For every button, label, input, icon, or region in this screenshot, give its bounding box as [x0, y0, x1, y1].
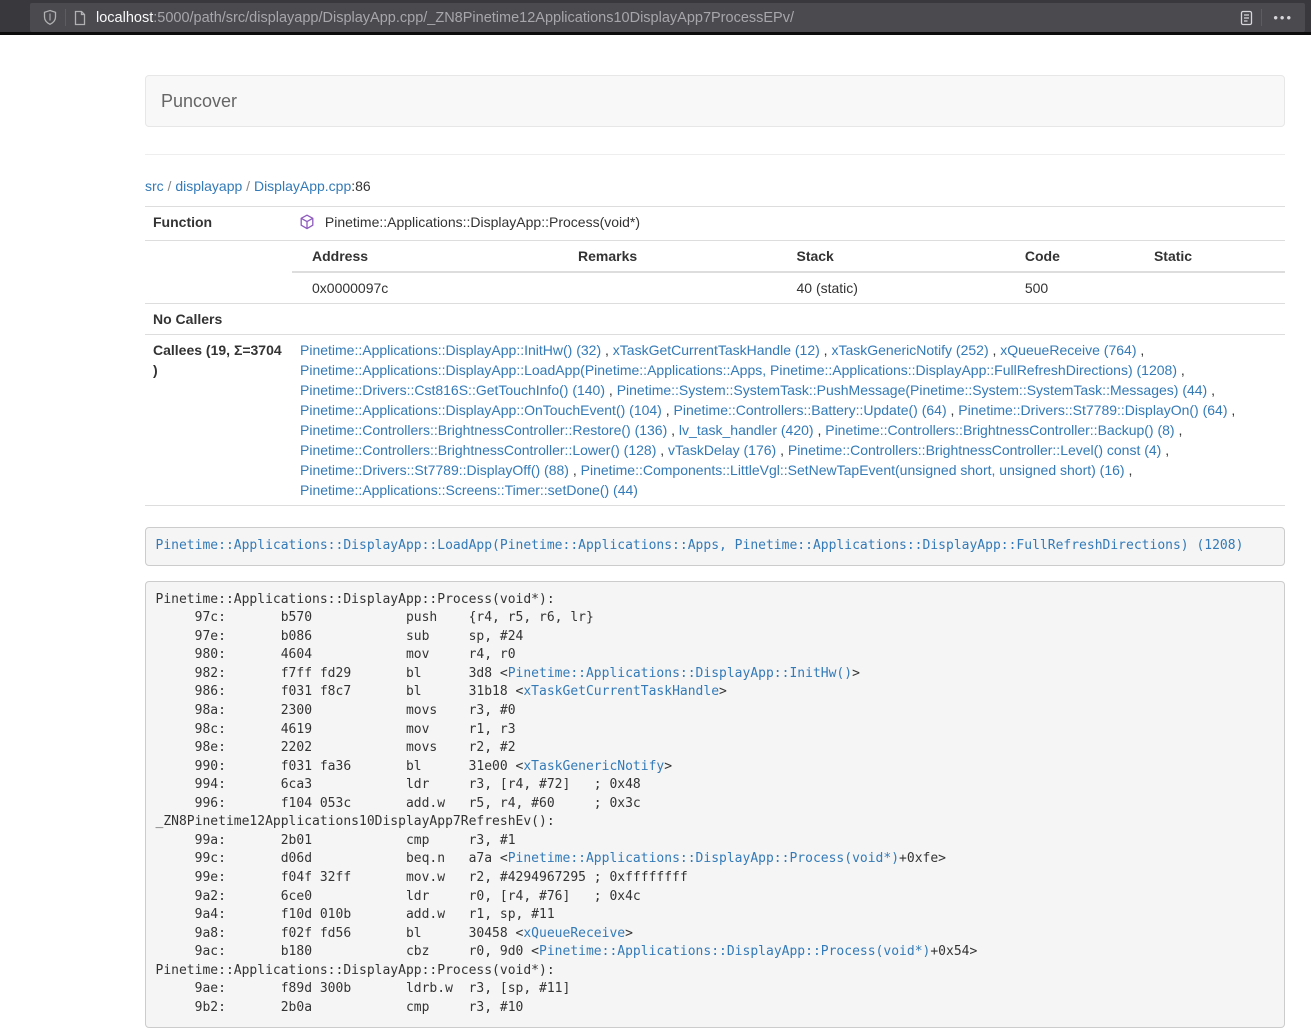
- assembly-box: Pinetime::Applications::DisplayApp::Proc…: [145, 581, 1285, 1028]
- callee-link[interactable]: Pinetime::Drivers::Cst816S::GetTouchInfo…: [300, 382, 605, 398]
- callee-link[interactable]: Pinetime::Applications::Screens::Timer::…: [300, 482, 638, 498]
- callee-separator: ,: [820, 342, 832, 358]
- callee-separator: ,: [605, 382, 617, 398]
- column-header-code: Code: [1017, 241, 1146, 272]
- page-body: Puncover src / displayapp / DisplayApp.c…: [0, 35, 1311, 1028]
- callee-separator: ,: [662, 402, 674, 418]
- callee-separator: ,: [1207, 382, 1215, 398]
- cell-stack: 40 (static): [788, 272, 1016, 303]
- cell-remarks: [570, 272, 788, 303]
- callee-link[interactable]: Pinetime::Components::LittleVgl::SetNewT…: [581, 462, 1125, 478]
- function-name: Pinetime::Applications::DisplayApp::Proc…: [325, 214, 640, 230]
- function-name-cell: Pinetime::Applications::DisplayApp::Proc…: [292, 207, 1285, 241]
- highlight-link[interactable]: Pinetime::Applications::DisplayApp::Load…: [156, 538, 1244, 553]
- cell-static: [1146, 272, 1285, 303]
- callee-link[interactable]: Pinetime::Applications::DisplayApp::Init…: [300, 342, 601, 358]
- url-bar[interactable]: localhost:5000/path/src/displayapp/Displ…: [30, 3, 1305, 32]
- metrics-row: Address Remarks Stack Code Static 0x0000…: [145, 241, 1285, 304]
- no-callers-cell: [292, 304, 1285, 335]
- callee-separator: ,: [1228, 402, 1236, 418]
- breadcrumb-link[interactable]: DisplayApp.cpp: [254, 178, 351, 194]
- reader-mode-icon[interactable]: [1239, 10, 1254, 26]
- callee-link[interactable]: xQueueReceive (764): [1000, 342, 1136, 358]
- more-icon[interactable]: •••: [1269, 11, 1297, 24]
- highlight-box: Pinetime::Applications::DisplayApp::Load…: [145, 527, 1285, 566]
- callee-link[interactable]: Pinetime::Controllers::BrightnessControl…: [300, 442, 656, 458]
- toolbar-separator: [65, 9, 66, 26]
- breadcrumb-separator: /: [164, 178, 176, 194]
- asm-link[interactable]: Pinetime::Applications::DisplayApp::Init…: [508, 666, 852, 681]
- asm-link[interactable]: Pinetime::Applications::DisplayApp::Proc…: [508, 851, 899, 866]
- breadcrumb-line-number: :86: [351, 178, 370, 194]
- callee-separator: ,: [601, 342, 613, 358]
- callee-separator: ,: [989, 342, 1001, 358]
- asm-link[interactable]: xQueueReceive: [523, 926, 625, 941]
- url-path: :5000/path/src/displayapp/DisplayApp.cpp…: [153, 10, 794, 26]
- callee-link[interactable]: Pinetime::Applications::DisplayApp::OnTo…: [300, 402, 662, 418]
- metrics-cell: Address Remarks Stack Code Static 0x0000…: [292, 241, 1285, 304]
- shield-icon[interactable]: [42, 9, 58, 26]
- function-cube-icon: [300, 217, 318, 233]
- column-header-address: Address: [292, 241, 570, 272]
- callee-separator: ,: [814, 422, 826, 438]
- breadcrumb-link[interactable]: displayapp: [175, 178, 242, 194]
- no-callers-label: No Callers: [145, 304, 292, 335]
- callee-separator: ,: [569, 462, 581, 478]
- callee-separator: ,: [667, 422, 679, 438]
- cell-address: 0x0000097c: [292, 272, 570, 303]
- callee-separator: ,: [1136, 342, 1144, 358]
- callee-separator: ,: [1175, 422, 1183, 438]
- callee-link[interactable]: Pinetime::Applications::DisplayApp::Load…: [300, 362, 1177, 378]
- function-label: Function: [145, 207, 292, 241]
- divider: [145, 154, 1285, 155]
- breadcrumb: src / displayapp / DisplayApp.cpp:86: [145, 176, 1285, 196]
- callee-separator: ,: [776, 442, 788, 458]
- cell-code: 500: [1017, 272, 1146, 303]
- callee-link[interactable]: Pinetime::Controllers::Battery::Update()…: [674, 402, 947, 418]
- callee-link[interactable]: Pinetime::Controllers::BrightnessControl…: [788, 442, 1161, 458]
- column-header-static: Static: [1146, 241, 1285, 272]
- callee-link[interactable]: Pinetime::Drivers::St7789::DisplayOn() (…: [958, 402, 1227, 418]
- breadcrumb-link[interactable]: src: [145, 178, 164, 194]
- toolbar-separator-right: [1261, 9, 1262, 26]
- callee-separator: ,: [1177, 362, 1185, 378]
- callees-list: Pinetime::Applications::DisplayApp::Init…: [292, 335, 1285, 506]
- callee-separator: ,: [1125, 462, 1133, 478]
- brand-link[interactable]: Puncover: [161, 91, 237, 112]
- callee-separator: ,: [1161, 442, 1169, 458]
- callees-row: Callees (19, Σ=3704 ) Pinetime::Applicat…: [145, 335, 1285, 506]
- callees-label: Callees (19, Σ=3704 ): [145, 335, 292, 506]
- page-container: Puncover src / displayapp / DisplayApp.c…: [145, 75, 1285, 1028]
- callee-link[interactable]: Pinetime::Controllers::BrightnessControl…: [825, 422, 1174, 438]
- metrics-value-row: 0x0000097c 40 (static) 500: [292, 272, 1285, 303]
- url-host: localhost: [96, 10, 153, 26]
- url-text[interactable]: localhost:5000/path/src/displayapp/Displ…: [96, 10, 1231, 26]
- function-row: Function Pinetime::Applications::Display…: [145, 207, 1285, 241]
- callee-link[interactable]: Pinetime::Drivers::St7789::DisplayOff() …: [300, 462, 569, 478]
- navbar: Puncover: [145, 75, 1285, 127]
- callee-link[interactable]: lv_task_handler (420): [679, 422, 814, 438]
- page-icon[interactable]: [73, 10, 87, 26]
- asm-link[interactable]: xTaskGetCurrentTaskHandle: [523, 684, 719, 699]
- browser-toolbar: localhost:5000/path/src/displayapp/Displ…: [0, 0, 1311, 35]
- column-header-remarks: Remarks: [570, 241, 788, 272]
- callee-link[interactable]: xTaskGetCurrentTaskHandle (12): [613, 342, 820, 358]
- column-header-stack: Stack: [788, 241, 1016, 272]
- callee-link[interactable]: Pinetime::System::SystemTask::PushMessag…: [617, 382, 1208, 398]
- callee-link[interactable]: Pinetime::Controllers::BrightnessControl…: [300, 422, 667, 438]
- callee-link[interactable]: xTaskGenericNotify (252): [831, 342, 988, 358]
- asm-link[interactable]: Pinetime::Applications::DisplayApp::Proc…: [539, 944, 930, 959]
- breadcrumb-separator: /: [242, 178, 254, 194]
- no-callers-row: No Callers: [145, 304, 1285, 335]
- callee-separator: ,: [656, 442, 668, 458]
- metrics-table: Address Remarks Stack Code Static 0x0000…: [292, 241, 1285, 303]
- callee-separator: ,: [947, 402, 959, 418]
- metrics-spacer: [145, 241, 292, 304]
- asm-link[interactable]: xTaskGenericNotify: [523, 759, 664, 774]
- function-table: Function Pinetime::Applications::Display…: [145, 206, 1285, 506]
- callee-link[interactable]: vTaskDelay (176): [668, 442, 776, 458]
